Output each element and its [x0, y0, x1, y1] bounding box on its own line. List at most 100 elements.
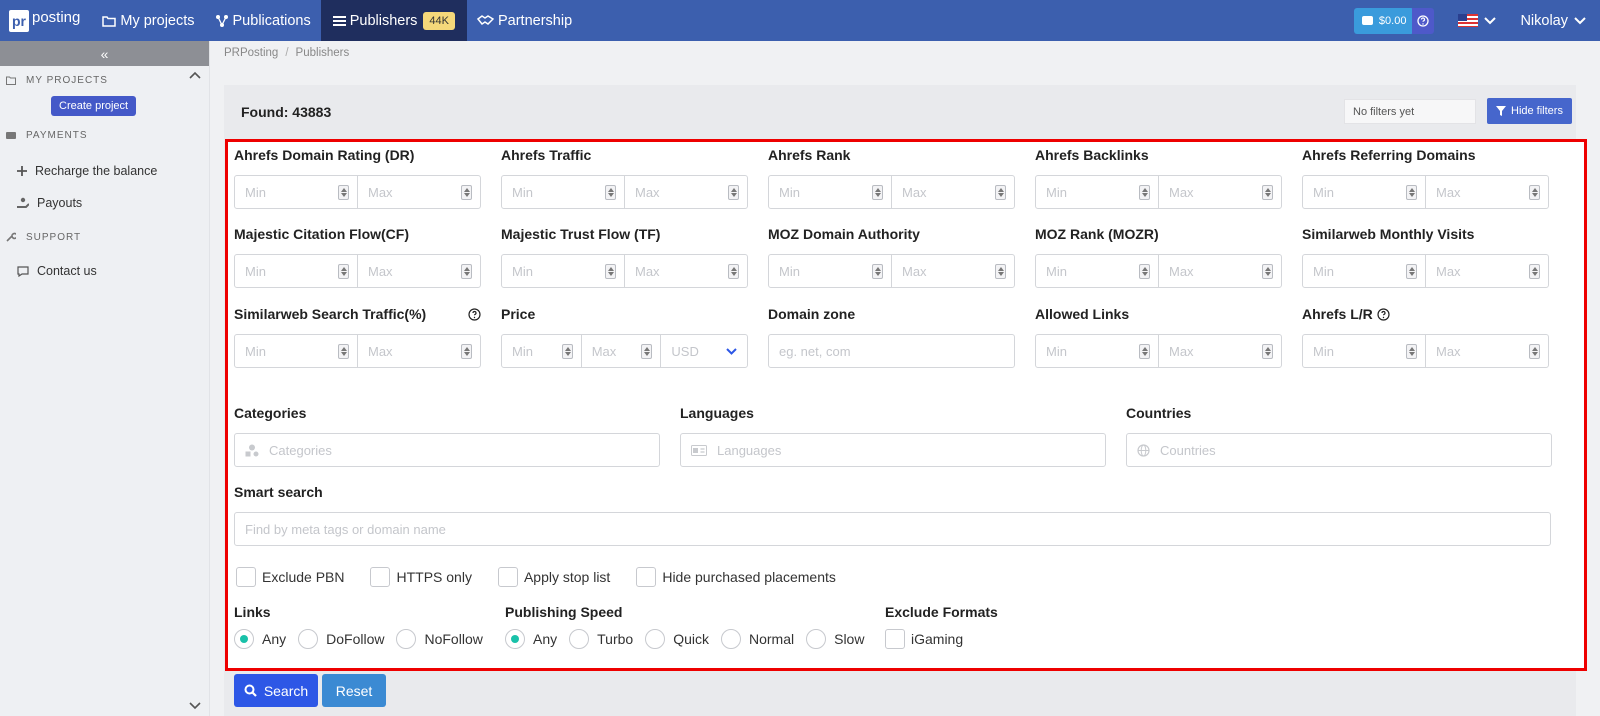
user-chevron-down-icon[interactable] [1574, 16, 1586, 25]
active-filters-field[interactable]: No filters yet [1344, 99, 1476, 124]
stepper-icon[interactable] [728, 264, 739, 279]
stepper-icon[interactable] [872, 264, 883, 279]
nav-publishers[interactable]: Publishers 44K [320, 0, 467, 41]
stepper-icon[interactable] [461, 185, 472, 200]
stepper-icon[interactable] [1529, 264, 1540, 279]
sidebar-item-contact[interactable]: Contact us [0, 255, 209, 287]
radio-unselected[interactable] [806, 629, 827, 649]
similarweb-visits-min-input[interactable]: Min [1303, 255, 1425, 287]
ahrefs-ref-domains-min-input[interactable]: Min [1303, 176, 1425, 208]
currency-select[interactable]: USD [660, 335, 747, 367]
nav-partnership[interactable]: Partnership [467, 0, 582, 41]
allowed-links-min-input[interactable]: Min [1036, 335, 1158, 367]
links-nofollow-radio[interactable]: NoFollow [396, 629, 483, 649]
create-project-button[interactable]: Create project [51, 96, 137, 116]
speed-any-radio[interactable]: Any [505, 629, 557, 649]
speed-quick-radio[interactable]: Quick [645, 629, 709, 649]
moz-rank-min-input[interactable]: Min [1036, 255, 1158, 287]
similarweb-visits-max-input[interactable]: Max [1425, 255, 1548, 287]
radio-unselected[interactable] [645, 629, 666, 649]
sidebar-item-payouts[interactable]: Payouts [0, 187, 209, 219]
ahrefs-lr-max-input[interactable]: Max [1425, 335, 1548, 367]
ahrefs-backlinks-max-input[interactable]: Max [1158, 176, 1281, 208]
links-dofollow-radio[interactable]: DoFollow [298, 629, 384, 649]
speed-normal-radio[interactable]: Normal [720, 629, 794, 649]
hide-purchased-checkbox[interactable]: Hide purchased placements [636, 567, 836, 587]
stepper-icon[interactable] [1529, 344, 1540, 359]
sidebar-item-recharge[interactable]: Recharge the balance [0, 155, 209, 187]
stepper-icon[interactable] [605, 185, 616, 200]
checkbox-box[interactable] [885, 629, 905, 649]
stepper-icon[interactable] [1262, 344, 1273, 359]
scroll-down-icon[interactable] [189, 702, 201, 710]
similarweb-search-min-input[interactable]: Min [235, 335, 357, 367]
radio-unselected[interactable] [298, 629, 319, 649]
stepper-icon[interactable] [1529, 185, 1540, 200]
stepper-icon[interactable] [338, 185, 349, 200]
checkbox-box[interactable] [370, 567, 391, 587]
stepper-icon[interactable] [605, 264, 616, 279]
moz-da-max-input[interactable]: Max [891, 255, 1014, 287]
radio-selected[interactable] [234, 629, 254, 649]
smart-search-input[interactable]: Find by meta tags or domain name [234, 512, 1551, 546]
price-max-input[interactable]: Max [580, 335, 661, 367]
similarweb-search-max-input[interactable]: Max [357, 335, 480, 367]
search-button[interactable]: Search [234, 674, 318, 707]
majestic-cf-min-input[interactable]: Min [235, 255, 357, 287]
stepper-icon[interactable] [872, 185, 883, 200]
stepper-icon[interactable] [1406, 185, 1417, 200]
stepper-icon[interactable] [1139, 264, 1150, 279]
ahrefs-ref-domains-max-input[interactable]: Max [1425, 176, 1548, 208]
stepper-icon[interactable] [461, 264, 472, 279]
allowed-links-max-input[interactable]: Max [1158, 335, 1281, 367]
stepper-icon[interactable] [995, 185, 1006, 200]
balance-button[interactable]: $0.00 [1353, 7, 1415, 34]
stepper-icon[interactable] [338, 264, 349, 279]
exclude-pbn-checkbox[interactable]: Exclude PBN [236, 567, 344, 587]
stepper-icon[interactable] [1262, 185, 1273, 200]
checkbox-box[interactable] [236, 567, 256, 587]
https-only-checkbox[interactable]: HTTPS only [370, 567, 472, 587]
stepper-icon[interactable] [561, 344, 573, 359]
majestic-tf-min-input[interactable]: Min [502, 255, 624, 287]
chevron-down-icon[interactable] [1484, 16, 1497, 25]
ahrefs-rank-min-input[interactable]: Min [769, 176, 891, 208]
links-any-radio[interactable]: Any [234, 629, 286, 649]
nav-my-projects[interactable]: My projects [92, 0, 204, 41]
stepper-icon[interactable] [338, 344, 349, 359]
majestic-cf-max-input[interactable]: Max [357, 255, 480, 287]
moz-rank-max-input[interactable]: Max [1158, 255, 1281, 287]
ahrefs-dr-max-input[interactable]: Max [357, 176, 480, 208]
ahrefs-lr-min-input[interactable]: Min [1303, 335, 1425, 367]
sidebar-collapse-button[interactable]: « [0, 41, 209, 66]
hide-filters-button[interactable]: Hide filters [1487, 98, 1572, 124]
info-question-icon[interactable] [1377, 307, 1390, 321]
ahrefs-traffic-max-input[interactable]: Max [624, 176, 747, 208]
domain-zone-input[interactable]: eg. net, com [768, 334, 1015, 368]
stepper-icon[interactable] [1406, 344, 1417, 359]
speed-slow-radio[interactable]: Slow [806, 629, 864, 649]
ahrefs-backlinks-min-input[interactable]: Min [1036, 176, 1158, 208]
stepper-icon[interactable] [1139, 344, 1150, 359]
stepper-icon[interactable] [1139, 185, 1150, 200]
radio-unselected[interactable] [720, 629, 741, 649]
stepper-icon[interactable] [728, 185, 739, 200]
checkbox-box[interactable] [497, 567, 518, 587]
ahrefs-rank-max-input[interactable]: Max [891, 176, 1014, 208]
languages-select[interactable]: Languages [680, 433, 1106, 467]
speed-turbo-radio[interactable]: Turbo [569, 629, 633, 649]
categories-select[interactable]: Categories [234, 433, 660, 467]
stepper-icon[interactable] [1406, 264, 1417, 279]
stepper-icon[interactable] [1262, 264, 1273, 279]
stepper-icon[interactable] [995, 264, 1006, 279]
countries-select[interactable]: Countries [1126, 433, 1552, 467]
stepper-icon[interactable] [641, 344, 653, 359]
help-button[interactable] [1412, 7, 1435, 34]
stepper-icon[interactable] [461, 344, 472, 359]
ahrefs-traffic-min-input[interactable]: Min [502, 176, 624, 208]
user-menu-name[interactable]: Nikolay [1520, 13, 1568, 29]
us-flag-icon[interactable] [1458, 14, 1479, 27]
price-min-input[interactable]: Min [502, 335, 581, 367]
reset-button[interactable]: Reset [322, 674, 386, 707]
radio-selected[interactable] [505, 629, 525, 649]
